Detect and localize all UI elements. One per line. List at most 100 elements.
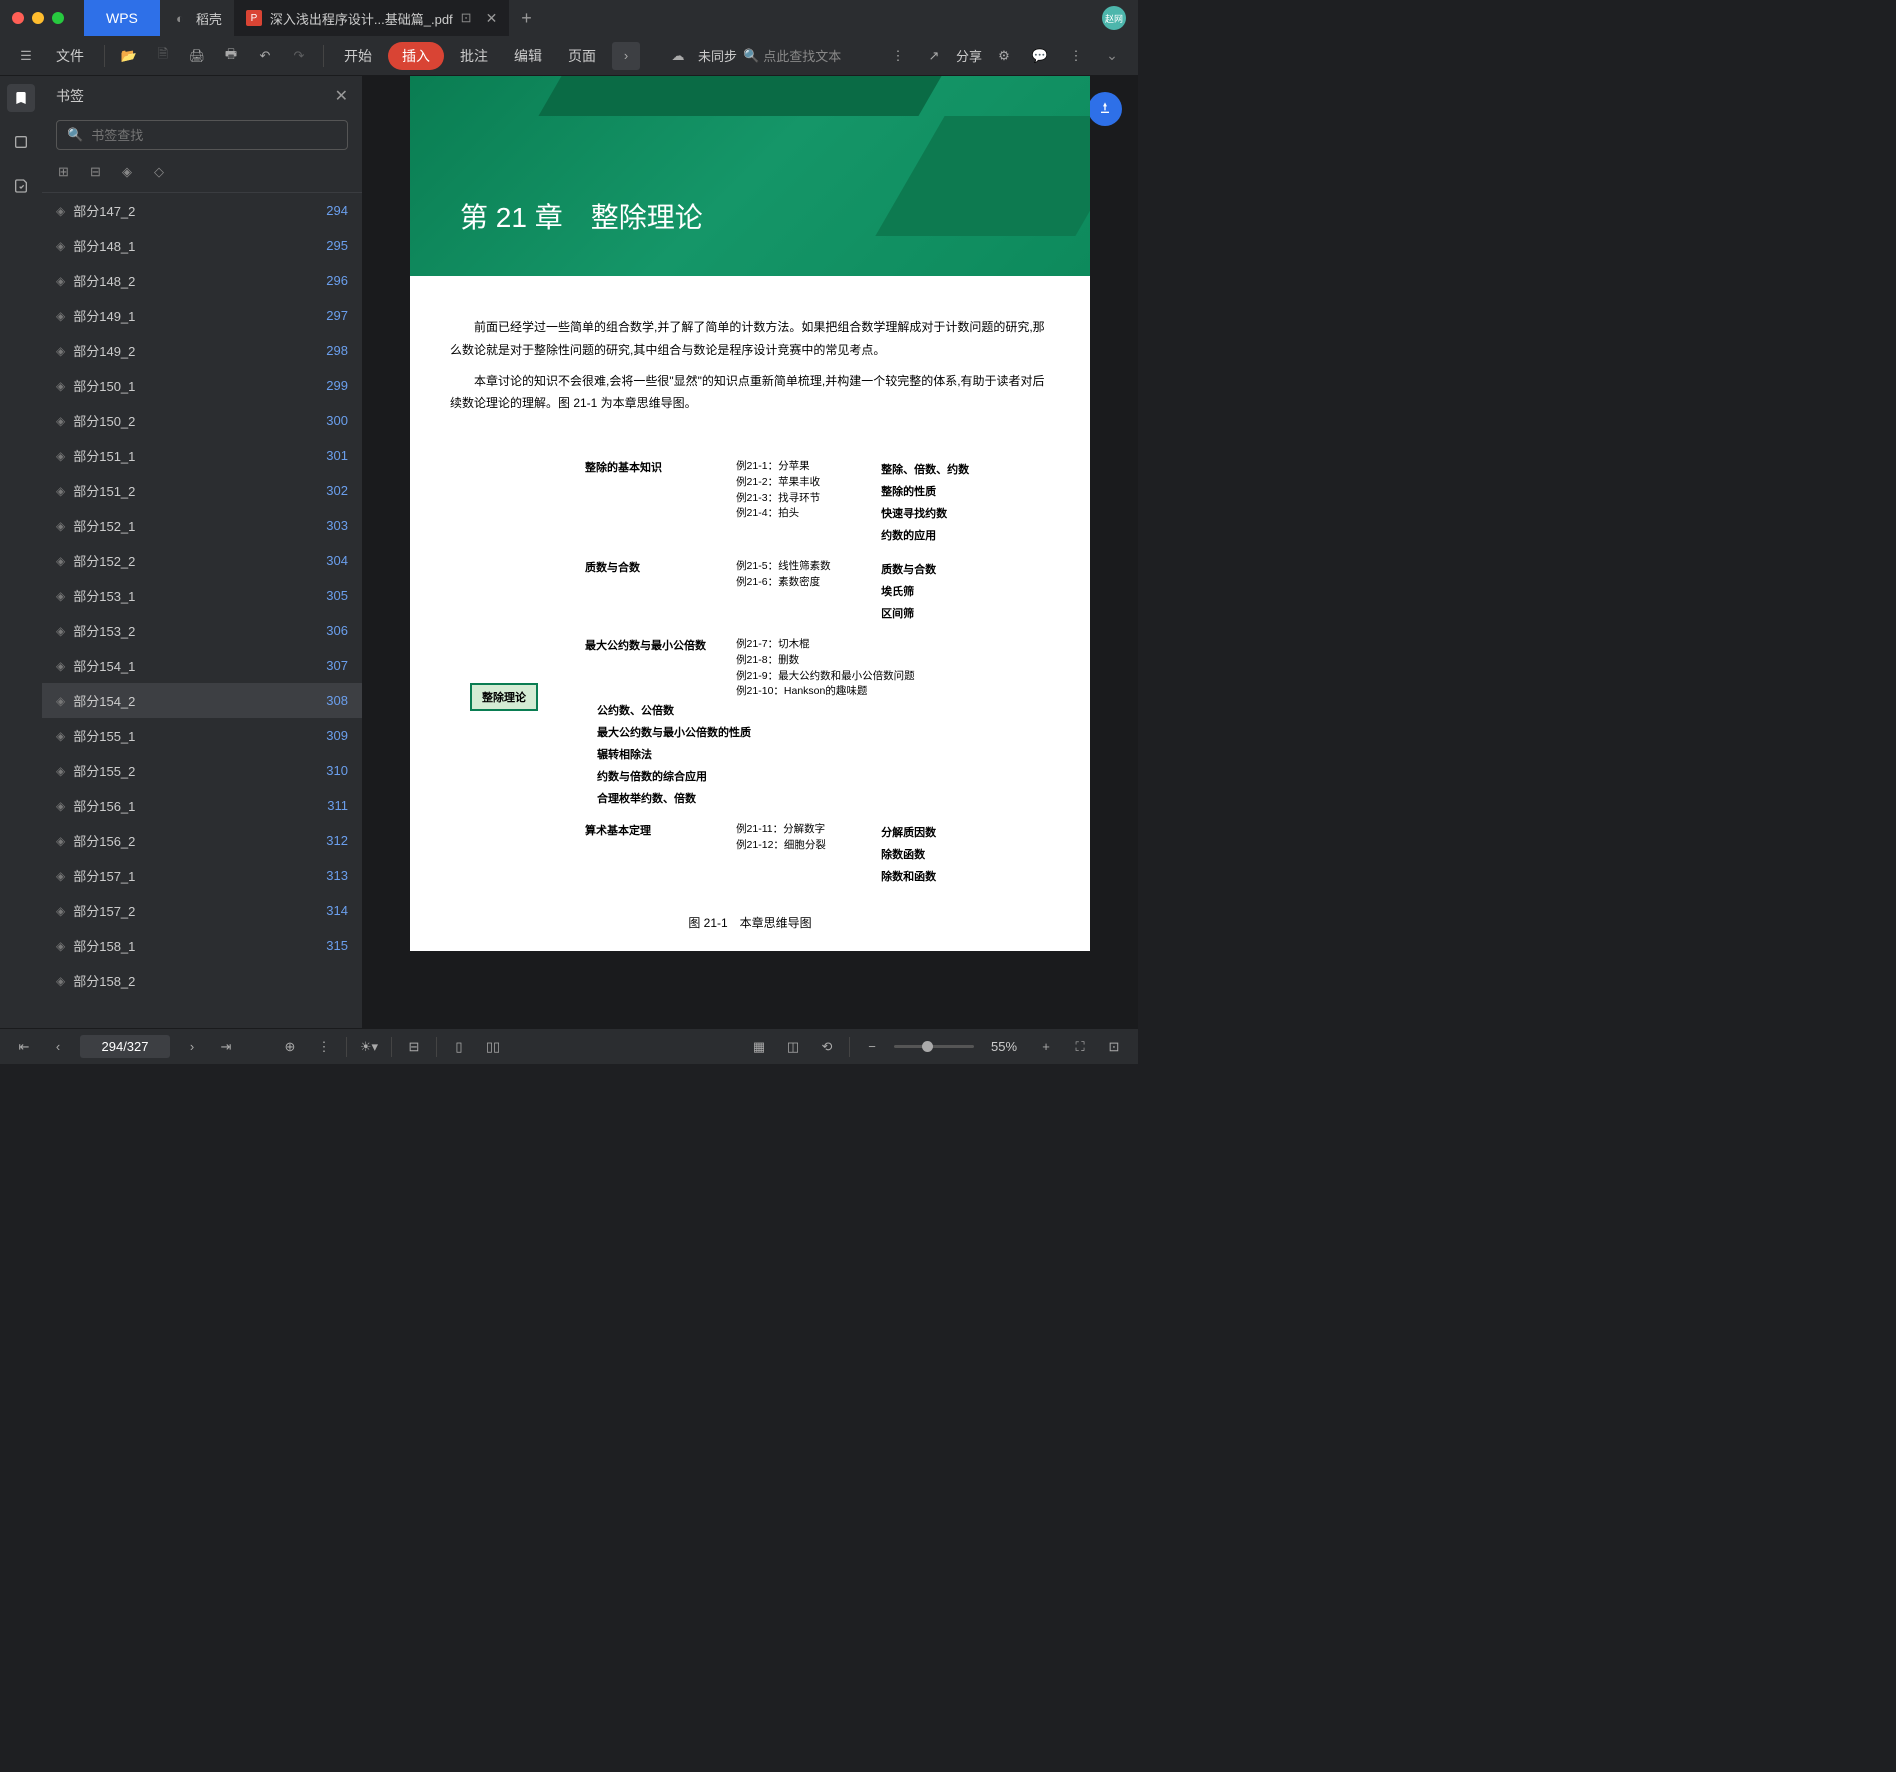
undo-icon[interactable]: ↶ — [251, 42, 279, 70]
bookmark-item[interactable]: ◈ 部分157_1 313 — [42, 858, 362, 893]
bookmark-item[interactable]: ◈ 部分148_1 295 — [42, 228, 362, 263]
bookmark-outline-icon[interactable]: ◇ — [154, 164, 172, 182]
search-placeholder: 点此查找文本 — [763, 46, 841, 65]
bookmark-item-icon: ◈ — [56, 729, 65, 743]
tab-pdf-document[interactable]: P 深入浅出程序设计...基础篇_.pdf ⊡ ✕ — [234, 0, 509, 36]
bookmark-list[interactable]: ◈ 部分147_2 294 ◈ 部分148_1 295 ◈ 部分148_2 29… — [42, 192, 362, 1028]
tab-edit[interactable]: 编辑 — [504, 42, 552, 70]
bookmark-item-page: 308 — [326, 693, 348, 708]
wps-home-button[interactable]: WPS — [84, 0, 160, 36]
more-vertical-icon[interactable]: ⋮ — [1062, 42, 1090, 70]
first-page-icon[interactable]: ⇤ — [12, 1035, 36, 1059]
bookmark-item-page: 310 — [326, 763, 348, 778]
tab-start[interactable]: 开始 — [334, 42, 382, 70]
bookmark-search[interactable]: 🔍 — [56, 120, 348, 150]
zoom-out-icon[interactable]: − — [860, 1035, 884, 1059]
bookmark-item[interactable]: ◈ 部分154_2 308 — [42, 683, 362, 718]
bookmark-item[interactable]: ◈ 部分149_2 298 — [42, 333, 362, 368]
sync-status[interactable]: 未同步 — [698, 46, 737, 65]
settings-icon[interactable]: ⚙ — [990, 42, 1018, 70]
file-menu[interactable]: 文件 — [46, 42, 94, 70]
pdf-viewer[interactable]: 第 21 章 整除理论 前面已经学过一些简单的组合数学,并了解了简单的计数方法。… — [362, 76, 1138, 1028]
tab-daoke[interactable]: ◐ 稻壳 — [160, 0, 234, 36]
print-icon[interactable]: 🖨 — [183, 42, 211, 70]
mindmap-example: 例21-11：分解数字 — [736, 822, 866, 838]
bookmark-item[interactable]: ◈ 部分152_2 304 — [42, 543, 362, 578]
bookmark-item[interactable]: ◈ 部分153_1 305 — [42, 578, 362, 613]
bookmark-item[interactable]: ◈ 部分150_2 300 — [42, 403, 362, 438]
share-button[interactable]: 分享 — [956, 46, 982, 65]
zoom-in-icon[interactable]: + — [1034, 1035, 1058, 1059]
single-page-icon[interactable]: ▯ — [447, 1035, 471, 1059]
bookmark-item[interactable]: ◈ 部分157_2 314 — [42, 893, 362, 928]
bookmark-item-label: 部分158_2 — [73, 971, 340, 990]
tab-page[interactable]: 页面 — [558, 42, 606, 70]
bookmark-item[interactable]: ◈ 部分151_1 301 — [42, 438, 362, 473]
bookmark-item[interactable]: ◈ 部分158_1 315 — [42, 928, 362, 963]
read-mode-icon[interactable]: ▦ — [747, 1035, 771, 1059]
fit-width-icon[interactable]: ⊟ — [402, 1035, 426, 1059]
new-tab-button[interactable]: + — [509, 8, 544, 29]
bookmark-item[interactable]: ◈ 部分151_2 302 — [42, 473, 362, 508]
two-page-icon[interactable]: ▯▯ — [481, 1035, 505, 1059]
zoom-level: 55% — [984, 1039, 1024, 1054]
mindmap-examples: 例21-1：分苹果例21-2：苹果丰收例21-3：找寻环节例21-4：拍头 — [736, 459, 866, 522]
page-number-input[interactable] — [80, 1035, 170, 1058]
next-page-icon[interactable]: › — [180, 1035, 204, 1059]
crop-icon[interactable]: ◫ — [781, 1035, 805, 1059]
bookmark-item[interactable]: ◈ 部分149_1 297 — [42, 298, 362, 333]
bookmark-item[interactable]: ◈ 部分158_2 — [42, 963, 362, 998]
save-icon[interactable]: 🗎 — [149, 42, 177, 70]
bookmark-item-label: 部分157_2 — [73, 901, 318, 920]
floating-convert-button[interactable] — [1088, 92, 1122, 126]
bookmark-item[interactable]: ◈ 部分154_1 307 — [42, 648, 362, 683]
redo-icon[interactable]: ↷ — [285, 42, 313, 70]
close-panel-button[interactable]: ✕ — [335, 86, 348, 106]
bookmark-item[interactable]: ◈ 部分153_2 306 — [42, 613, 362, 648]
fullscreen-icon[interactable]: ⛶ — [1068, 1035, 1092, 1059]
options-icon[interactable]: ⋮ — [312, 1035, 336, 1059]
add-bookmark-icon[interactable]: ⊞ — [58, 164, 76, 182]
mindmap-example: 例21-4：拍头 — [736, 506, 866, 522]
bookmark-item[interactable]: ◈ 部分148_2 296 — [42, 263, 362, 298]
brightness-icon[interactable]: ☀▾ — [357, 1035, 381, 1059]
prev-page-icon[interactable]: ‹ — [46, 1035, 70, 1059]
add-page-icon[interactable]: ⊕ — [278, 1035, 302, 1059]
expand-icon[interactable]: ⊡ — [1102, 1035, 1126, 1059]
bookmark-item-page: 305 — [326, 588, 348, 603]
collapse-ribbon-icon[interactable]: ⌄ — [1098, 42, 1126, 70]
attachment-rail-icon[interactable] — [7, 172, 35, 200]
tab-comment[interactable]: 批注 — [450, 42, 498, 70]
mindmap-leaf: 辗转相除法 — [597, 744, 751, 766]
zoom-slider[interactable] — [894, 1045, 974, 1048]
bookmark-rail-icon[interactable] — [7, 84, 35, 112]
maximize-window-button[interactable] — [52, 12, 64, 24]
close-window-button[interactable] — [12, 12, 24, 24]
bookmark-item[interactable]: ◈ 部分150_1 299 — [42, 368, 362, 403]
menu-icon[interactable]: ☰ — [12, 42, 40, 70]
bookmark-search-input[interactable] — [91, 128, 337, 143]
print-preview-icon[interactable]: 🖶 — [217, 42, 245, 70]
rotate-icon[interactable]: ⟲ — [815, 1035, 839, 1059]
tab-close-button[interactable]: ✕ — [486, 10, 498, 27]
separator — [391, 1037, 392, 1057]
thumbnail-rail-icon[interactable] — [7, 128, 35, 156]
bookmark-item[interactable]: ◈ 部分155_1 309 — [42, 718, 362, 753]
bookmark-item[interactable]: ◈ 部分147_2 294 — [42, 193, 362, 228]
bookmark-item[interactable]: ◈ 部分156_2 312 — [42, 823, 362, 858]
bookmark-item[interactable]: ◈ 部分156_1 311 — [42, 788, 362, 823]
delete-bookmark-icon[interactable]: ⊟ — [90, 164, 108, 182]
bookmark-item-label: 部分151_2 — [73, 481, 318, 500]
bookmark-item[interactable]: ◈ 部分152_1 303 — [42, 508, 362, 543]
bookmark-icon[interactable]: ◈ — [122, 164, 140, 182]
bookmark-item[interactable]: ◈ 部分155_2 310 — [42, 753, 362, 788]
chevron-right-icon[interactable]: › — [612, 42, 640, 70]
more-icon[interactable]: ⋮ — [884, 42, 912, 70]
chat-icon[interactable]: 💬 — [1026, 42, 1054, 70]
user-avatar[interactable]: 赵网 — [1102, 6, 1126, 30]
minimize-window-button[interactable] — [32, 12, 44, 24]
tab-insert[interactable]: 插入 — [388, 42, 444, 70]
open-icon[interactable]: 📂 — [115, 42, 143, 70]
search-box[interactable]: 🔍 点此查找文本 — [743, 46, 841, 65]
last-page-icon[interactable]: ⇥ — [214, 1035, 238, 1059]
